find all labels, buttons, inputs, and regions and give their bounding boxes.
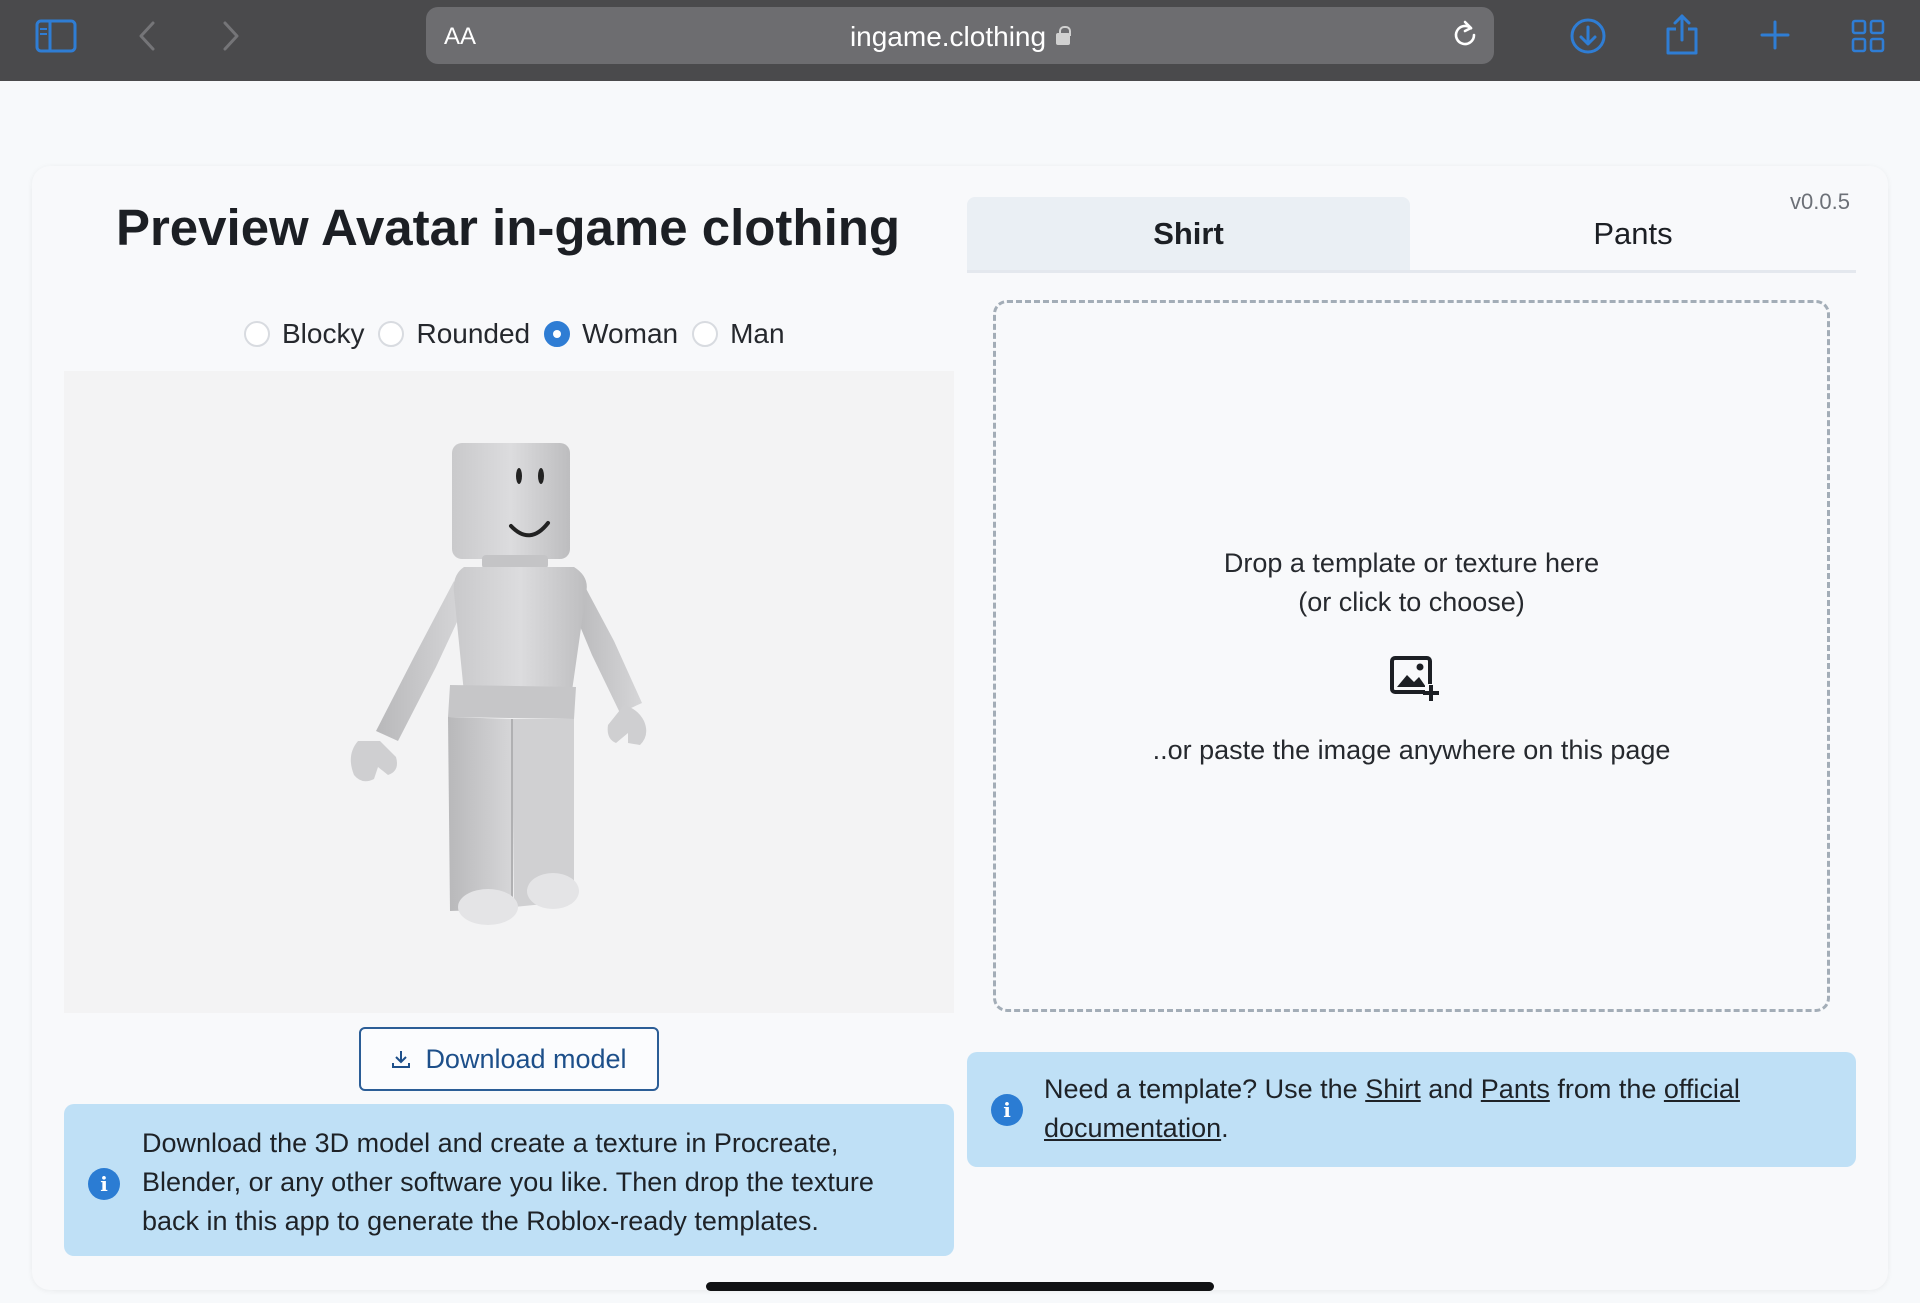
radio-button[interactable]: [244, 321, 270, 347]
radio-label: Man: [730, 318, 785, 349]
new-tab-icon[interactable]: [1758, 18, 1792, 52]
download-icon: [392, 1051, 411, 1068]
model-info-alert: i Download the 3D model and create a tex…: [64, 1104, 954, 1256]
radio-button[interactable]: [378, 321, 405, 347]
documentation-link[interactable]: documentation: [1044, 1113, 1221, 1143]
template-info-prefix: Need a template? Use the: [1044, 1074, 1366, 1104]
official-link[interactable]: official: [1664, 1074, 1740, 1104]
address-bar[interactable]: AA ingame.clothing: [426, 7, 1494, 64]
radio-rounded[interactable]: Rounded: [378, 318, 530, 350]
model-info-text: Download the 3D model and create a textu…: [142, 1128, 874, 1236]
clothing-tabs: Shirt Pants: [967, 197, 1856, 273]
radio-label: Rounded: [416, 318, 531, 349]
radio-blocky[interactable]: Blocky: [244, 318, 364, 350]
template-info-suffix: .: [1221, 1113, 1229, 1143]
url-text: ingame.clothing: [849, 21, 1047, 52]
body-type-selector: Blocky Rounded Woman Man: [244, 318, 799, 350]
radio-label: Woman: [582, 318, 679, 349]
download-icon[interactable]: [1568, 16, 1608, 56]
share-icon[interactable]: [1664, 12, 1700, 56]
radio-woman[interactable]: Woman: [544, 318, 678, 350]
reload-icon[interactable]: [1450, 20, 1480, 50]
template-info-and: and: [1420, 1074, 1481, 1104]
info-icon: i: [88, 1168, 120, 1200]
page-title: Preview Avatar in-game clothing: [115, 199, 901, 256]
dropzone-click-hint: (or click to choose): [1298, 587, 1525, 617]
tab-pants[interactable]: Pants: [1410, 197, 1856, 270]
browser-toolbar: AA ingame.clothing: [0, 0, 1920, 81]
info-icon: i: [991, 1094, 1023, 1126]
sidebar-icon[interactable]: [34, 18, 78, 54]
shirt-template-link[interactable]: Shirt: [1365, 1074, 1421, 1104]
texture-dropzone[interactable]: Drop a template or texture here (or clic…: [993, 300, 1830, 1012]
home-indicator[interactable]: [706, 1282, 1214, 1291]
avatar-3d-viewer[interactable]: [64, 371, 954, 1013]
add-image-icon: [1389, 654, 1439, 704]
radio-label: Blocky: [282, 318, 365, 349]
back-icon[interactable]: [132, 18, 162, 54]
dropzone-paste-hint: ..or paste the image anywhere on this pa…: [1152, 735, 1671, 765]
dropzone-instruction: Drop a template or texture here: [1223, 548, 1600, 578]
download-model-label: Download model: [425, 1043, 627, 1074]
radio-button[interactable]: [692, 321, 719, 347]
download-model-button[interactable]: Download model: [359, 1027, 659, 1091]
template-info-from: from the: [1549, 1074, 1664, 1104]
lock-icon: [1056, 26, 1072, 45]
radio-man[interactable]: Man: [692, 318, 785, 350]
forward-icon[interactable]: [216, 18, 246, 54]
avatar-model: [350, 443, 647, 925]
tab-shirt[interactable]: Shirt: [967, 197, 1410, 270]
url-display: ingame.clothing: [426, 21, 1494, 53]
template-info-text: Need a template? Use the Shirt and Pants…: [1044, 1070, 1834, 1148]
radio-button-selected[interactable]: [544, 321, 571, 347]
template-info-alert: i Need a template? Use the Shirt and Pan…: [967, 1052, 1856, 1167]
tabs-overview-icon[interactable]: [1850, 18, 1886, 54]
pants-template-link[interactable]: Pants: [1481, 1074, 1550, 1104]
